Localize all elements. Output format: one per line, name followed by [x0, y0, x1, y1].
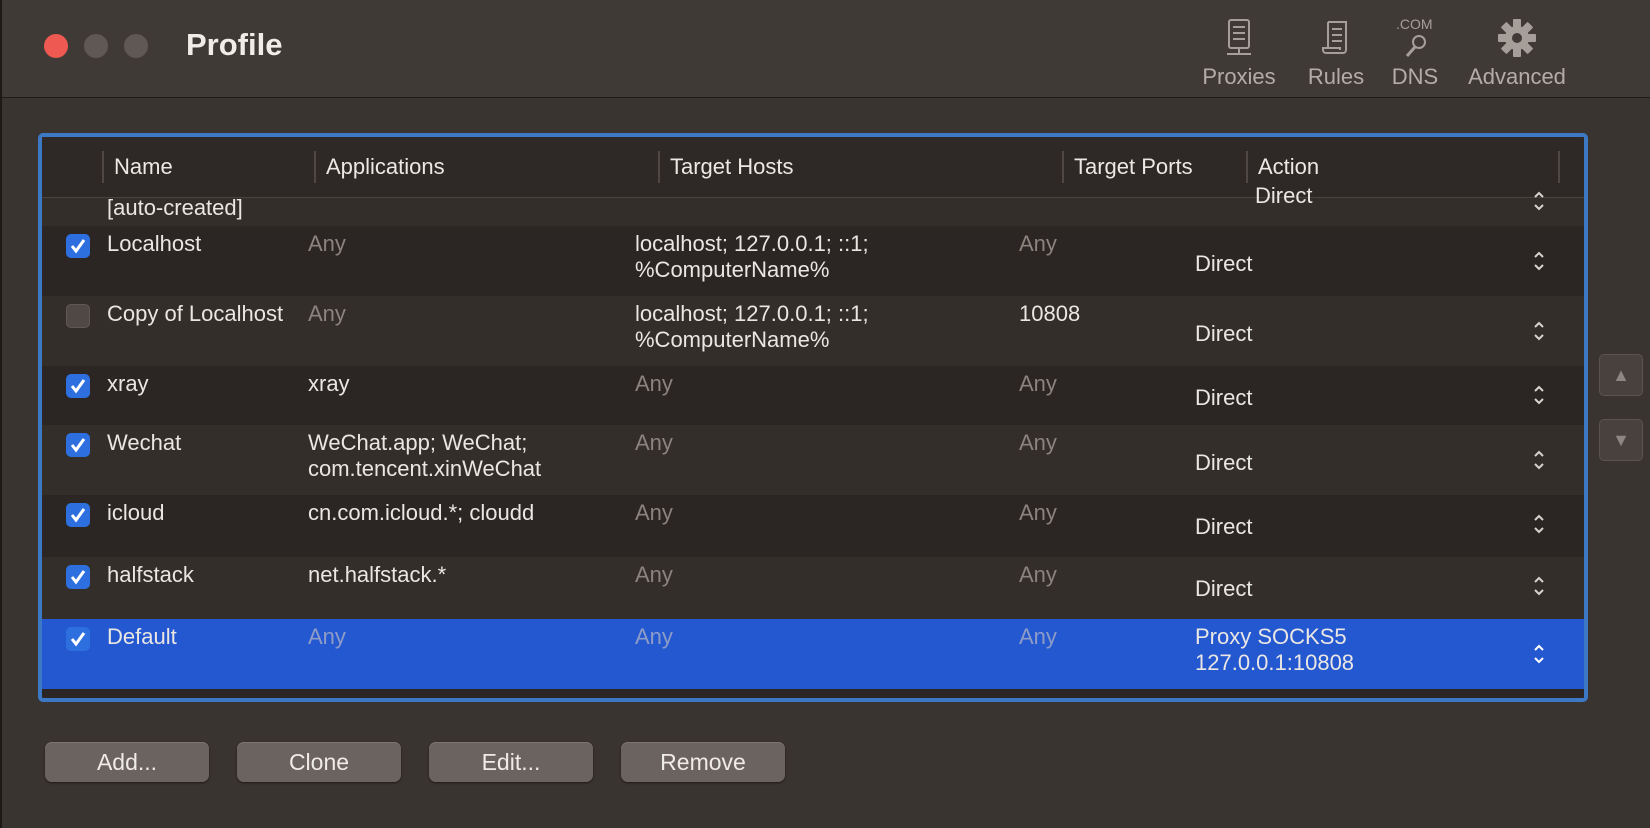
rule-ports: Any [1019, 231, 1057, 256]
remove-button[interactable]: Remove [621, 742, 785, 782]
column-header-name[interactable]: Name [102, 151, 314, 183]
enabled-checkbox[interactable] [66, 304, 90, 328]
rule-hosts-line2: %ComputerName% [635, 327, 830, 352]
gear-icon [1462, 12, 1572, 64]
rule-name: Copy of Localhost [107, 301, 284, 326]
chevron-updown-icon[interactable] [1532, 384, 1546, 406]
rule-hosts: localhost; 127.0.0.1; ::1; [635, 231, 869, 256]
enabled-checkbox[interactable] [66, 433, 90, 457]
enabled-checkbox[interactable] [66, 627, 90, 651]
table-row[interactable]: halfstack net.halfstack.* Any Any Direct [42, 557, 1584, 619]
rule-name: Localhost [107, 231, 202, 256]
rule-action: Direct [1195, 321, 1253, 346]
table-row[interactable]: [auto-created] Direct [42, 183, 1584, 226]
table-row[interactable]: icloud cn.com.icloud.*; cloudd Any Any D… [42, 495, 1584, 557]
rule-name: xray [107, 371, 149, 396]
chevron-updown-icon[interactable] [1532, 449, 1546, 471]
rule-ports: Any [1019, 624, 1057, 649]
chevron-updown-icon[interactable] [1532, 575, 1546, 597]
enabled-checkbox[interactable] [66, 234, 90, 258]
rule-name: [auto-created] [107, 195, 243, 220]
rule-name: Default [107, 624, 177, 649]
scroll-icon [1304, 12, 1368, 64]
triangle-down-icon: ▼ [1612, 429, 1630, 450]
column-header-applications[interactable]: Applications [314, 151, 658, 183]
toolbar-label: Rules [1307, 64, 1365, 89]
zoom-window-button[interactable] [124, 34, 148, 58]
rule-hosts: Any [635, 624, 673, 649]
rule-applications: WeChat.app; WeChat; [308, 430, 528, 455]
toolbar-label: DNS [1391, 64, 1439, 89]
chevron-updown-icon[interactable] [1532, 250, 1546, 272]
chevron-updown-icon[interactable] [1532, 320, 1546, 342]
rule-applications: net.halfstack.* [308, 562, 447, 587]
chevron-updown-icon[interactable] [1532, 513, 1546, 535]
window-title: Profile [186, 27, 283, 62]
server-icon [1198, 12, 1280, 64]
table-row[interactable]: xray xray Any Any Direct [42, 366, 1584, 425]
rule-hosts: Any [635, 430, 673, 455]
rule-ports: Any [1019, 562, 1057, 587]
toolbar-label: Proxies [1202, 64, 1276, 89]
rule-action: Direct [1195, 576, 1253, 601]
rule-name: icloud [107, 500, 165, 525]
triangle-up-icon: ▲ [1612, 364, 1630, 385]
rule-applications: Any [308, 231, 346, 256]
toolbar-proxies[interactable]: Proxies [1198, 12, 1280, 92]
minimize-window-button[interactable] [84, 34, 108, 58]
move-down-button[interactable]: ▼ [1599, 419, 1643, 461]
rule-action: Direct [1195, 385, 1253, 410]
move-up-button[interactable]: ▲ [1599, 354, 1643, 396]
rule-applications: xray [308, 371, 350, 396]
rule-action: Direct [1195, 251, 1253, 276]
close-window-button[interactable] [44, 34, 68, 58]
toolbar-advanced[interactable]: Advanced [1462, 12, 1572, 92]
rule-action: Direct [1195, 450, 1253, 475]
enabled-checkbox[interactable] [66, 374, 90, 398]
rules-table[interactable]: Name Applications Target Hosts Target Po… [38, 133, 1588, 702]
column-header-action[interactable]: Action [1246, 151, 1560, 183]
rule-applications: Any [308, 301, 346, 326]
rule-ports: Any [1019, 500, 1057, 525]
table-row[interactable]: Wechat WeChat.app; WeChat; com.tencent.x… [42, 425, 1584, 495]
rule-applications-line2: com.tencent.xinWeChat [308, 456, 542, 481]
table-row[interactable]: Localhost Any localhost; 127.0.0.1; ::1;… [42, 226, 1584, 296]
column-header-target-hosts[interactable]: Target Hosts [658, 151, 1062, 183]
dns-icon-text: .COM [1396, 16, 1433, 32]
edit-button[interactable]: Edit... [429, 742, 593, 782]
clone-button[interactable]: Clone [237, 742, 401, 782]
rule-action: Direct [1255, 183, 1313, 208]
chevron-updown-icon[interactable] [1532, 643, 1546, 665]
rule-name: Wechat [107, 430, 182, 455]
rule-hosts-line2: %ComputerName% [635, 257, 830, 282]
chevron-updown-icon[interactable] [1532, 190, 1546, 212]
rule-ports: Any [1019, 430, 1057, 455]
table-header: Name Applications Target Hosts Target Po… [42, 137, 1584, 198]
column-header-target-ports[interactable]: Target Ports [1062, 151, 1246, 183]
rule-action-line2: 127.0.0.1:10808 [1195, 650, 1355, 675]
rule-applications: cn.com.icloud.*; cloudd [308, 500, 535, 525]
rule-ports: 10808 [1019, 301, 1081, 326]
table-row[interactable]: Copy of Localhost Any localhost; 127.0.0… [42, 296, 1584, 366]
toolbar-dns[interactable]: .COM DNS [1388, 12, 1442, 92]
rule-hosts: Any [635, 371, 673, 396]
enabled-checkbox[interactable] [66, 503, 90, 527]
table-row-selected[interactable]: Default Any Any Any Proxy SOCKS5 127.0.0… [42, 619, 1584, 689]
column-header-check[interactable] [42, 137, 102, 197]
rule-hosts: Any [635, 500, 673, 525]
profile-window: Profile Proxies Rules .COM DNS Advanced … [0, 0, 1650, 828]
rule-action: Proxy SOCKS5 [1195, 624, 1347, 649]
rule-action: Direct [1195, 514, 1253, 539]
add-button[interactable]: Add... [45, 742, 209, 782]
rule-name: halfstack [107, 562, 194, 587]
toolbar-rules[interactable]: Rules [1304, 12, 1368, 92]
dns-search-icon: .COM [1388, 12, 1442, 64]
enabled-checkbox[interactable] [66, 565, 90, 589]
rule-hosts: localhost; 127.0.0.1; ::1; [635, 301, 869, 326]
title-bar: Profile Proxies Rules .COM DNS Advanced [2, 0, 1650, 98]
toolbar-label: Advanced [1468, 64, 1566, 89]
rule-applications: Any [308, 624, 346, 649]
rule-ports: Any [1019, 371, 1057, 396]
rule-hosts: Any [635, 562, 673, 587]
